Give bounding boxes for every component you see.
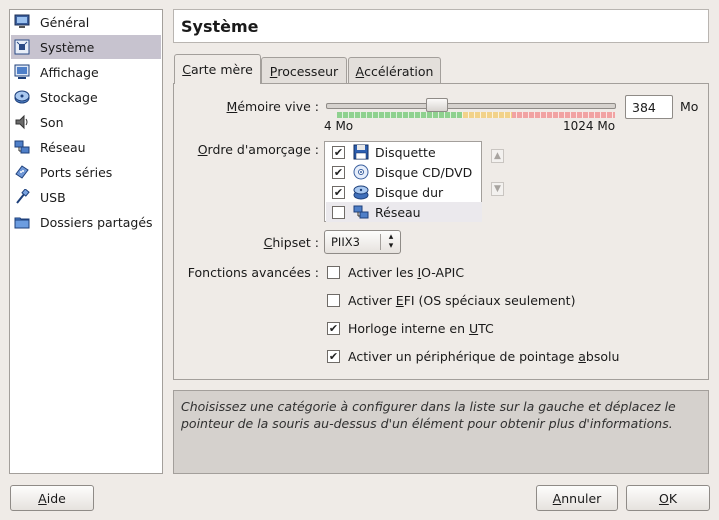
memory-unit: Mo (680, 99, 699, 114)
page-title: Système (173, 9, 709, 43)
sidebar-item-label: Affichage (40, 64, 99, 80)
chip-icon (14, 39, 30, 55)
usb-icon (14, 188, 30, 205)
boot-item-label: Réseau (375, 204, 421, 220)
network-icon (353, 204, 369, 220)
serial-port-icon (14, 164, 30, 180)
memory-slider-handle[interactable] (426, 98, 448, 112)
sidebar-item-network[interactable]: Réseau (11, 135, 161, 159)
utc-checkbox[interactable]: ✔ (327, 322, 340, 335)
spin-arrows-icon: ▴ ▾ (388, 232, 394, 251)
sidebar-item-label: Ports séries (40, 164, 113, 180)
option-label: Horloge interne en UTC (348, 321, 494, 336)
folder-icon (14, 214, 30, 230)
sidebar-item-display[interactable]: Affichage (11, 60, 161, 84)
storage-icon (14, 89, 30, 105)
memory-scale (337, 112, 615, 118)
info-panel: Choisissez une catégorie à configurer da… (173, 390, 709, 474)
boot-order-list: ✔ Disquette ✔ Disque CD/DVD ✔ Disque dur… (324, 141, 482, 222)
boot-checkbox[interactable]: ✔ (332, 145, 345, 159)
sidebar-item-usb[interactable]: USB (11, 185, 161, 209)
boot-checkbox[interactable] (332, 205, 345, 219)
boot-item-label: Disque dur (375, 184, 444, 200)
tab-mnemonic: P (269, 63, 278, 79)
advanced-features-label: Fonctions avancées : (187, 265, 319, 280)
ioapic-option[interactable]: Activer les IO-APIC (327, 265, 464, 280)
tab-motherboard[interactable]: Carte mère (174, 54, 261, 84)
network-icon (14, 139, 30, 155)
speaker-icon (14, 114, 30, 130)
sidebar-item-audio[interactable]: Son (11, 110, 161, 134)
boot-item-hard-disk[interactable]: ✔ Disque dur (326, 182, 482, 202)
tab-mnemonic: C (182, 62, 191, 77)
select-divider (380, 234, 381, 250)
arrow-down-icon: ▼ (494, 184, 501, 194)
boot-checkbox[interactable]: ✔ (332, 165, 345, 179)
tab-acceleration[interactable]: Accélération (348, 57, 441, 84)
sidebar-item-general[interactable]: Général (11, 10, 161, 34)
chipset-label: Chipset : (263, 235, 319, 250)
boot-item-network[interactable]: Réseau (326, 202, 482, 222)
move-up-button[interactable]: ▲ (491, 149, 504, 163)
tab-label: ccélération (364, 63, 434, 79)
sidebar-item-storage[interactable]: Stockage (11, 85, 161, 109)
boot-checkbox[interactable]: ✔ (332, 185, 345, 199)
sidebar-item-label: Stockage (40, 89, 98, 105)
sidebar-item-system[interactable]: Système (11, 35, 161, 59)
arrow-up-icon: ▲ (494, 151, 501, 161)
utc-clock-option[interactable]: ✔ Horloge interne en UTC (327, 321, 494, 336)
tab-label: arte mère (190, 62, 253, 77)
chipset-select[interactable]: PIIX3 ▴ ▾ (324, 230, 401, 254)
sidebar-item-label: Système (40, 39, 95, 55)
boot-item-floppy[interactable]: ✔ Disquette (326, 142, 482, 162)
option-label: Activer un périphérique de pointage abso… (348, 349, 620, 364)
sidebar-item-shared-folders[interactable]: Dossiers partagés (11, 210, 161, 234)
sidebar-item-label: Général (40, 14, 90, 30)
memory-min-label: 4 Mo (324, 119, 354, 133)
boot-item-label: Disquette (375, 144, 436, 160)
chipset-value: PIIX3 (331, 235, 360, 249)
efi-option[interactable]: Activer EFI (OS spéciaux seulement) (327, 293, 575, 308)
help-button[interactable]: Aide (10, 485, 94, 511)
sidebar-item-label: USB (40, 189, 66, 205)
tab-processor[interactable]: Processeur (261, 57, 347, 84)
memory-label: Mémoire vive : (226, 99, 319, 114)
memory-slider-track[interactable] (326, 103, 616, 109)
tab-mnemonic: A (355, 63, 365, 79)
move-down-button[interactable]: ▼ (491, 182, 504, 196)
boot-order-label: Ordre d'amorçage : (197, 142, 319, 157)
cancel-button[interactable]: Annuler (536, 485, 618, 511)
option-label: Activer EFI (OS spéciaux seulement) (348, 293, 576, 308)
boot-item-label: Disque CD/DVD (375, 164, 473, 180)
ioapic-checkbox[interactable] (327, 266, 340, 279)
sidebar-item-label: Son (40, 114, 64, 130)
display-icon (14, 64, 30, 80)
boot-item-optical[interactable]: ✔ Disque CD/DVD (326, 162, 482, 182)
tab-label: rocesseur (277, 63, 339, 79)
category-list: Général Système Affichage Stockage Son R… (9, 9, 163, 474)
option-label: Activer les IO-APIC (348, 265, 465, 280)
sidebar-item-label: Dossiers partagés (40, 214, 153, 230)
floppy-icon (353, 144, 369, 160)
ok-button[interactable]: OK (626, 485, 710, 511)
sidebar-item-serial-ports[interactable]: Ports séries (11, 160, 161, 184)
sidebar-item-label: Réseau (40, 139, 86, 155)
absolute-pointing-option[interactable]: ✔ Activer un périphérique de pointage ab… (327, 349, 619, 364)
efi-checkbox[interactable] (327, 294, 340, 307)
hard-disk-icon (353, 184, 369, 200)
optical-disc-icon (353, 164, 369, 180)
monitor-icon (14, 14, 30, 30)
memory-max-label: 1024 Mo (563, 119, 616, 133)
memory-input[interactable]: 384 (625, 95, 673, 119)
absolute-pointing-checkbox[interactable]: ✔ (327, 350, 340, 363)
